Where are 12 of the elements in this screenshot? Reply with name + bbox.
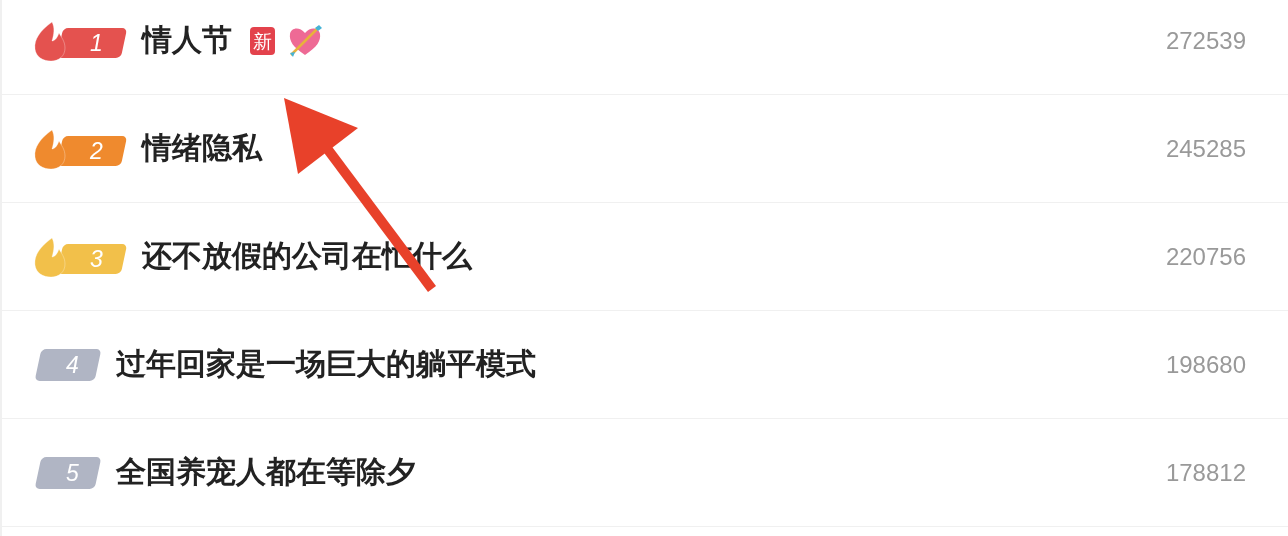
heat-count: 178812 — [1165, 458, 1246, 487]
topic-title[interactable]: 过年回家是一场巨大的躺平模式 — [116, 344, 536, 385]
topic-title[interactable]: 全国养宠人都在等除夕 — [116, 452, 416, 493]
heat-count: 245285 — [1165, 134, 1246, 163]
rank-badge: 4 — [34, 348, 102, 381]
topic-title[interactable]: 情绪隐私 — [142, 128, 262, 169]
new-tag: 新 — [250, 26, 275, 55]
heat-count: 220756 — [1165, 242, 1246, 271]
heat-count: 198680 — [1165, 350, 1246, 379]
heat-count: 272539 — [1165, 26, 1246, 55]
topic-title[interactable]: 情人节 — [142, 20, 232, 61]
rank-badge: 5 — [34, 456, 102, 489]
